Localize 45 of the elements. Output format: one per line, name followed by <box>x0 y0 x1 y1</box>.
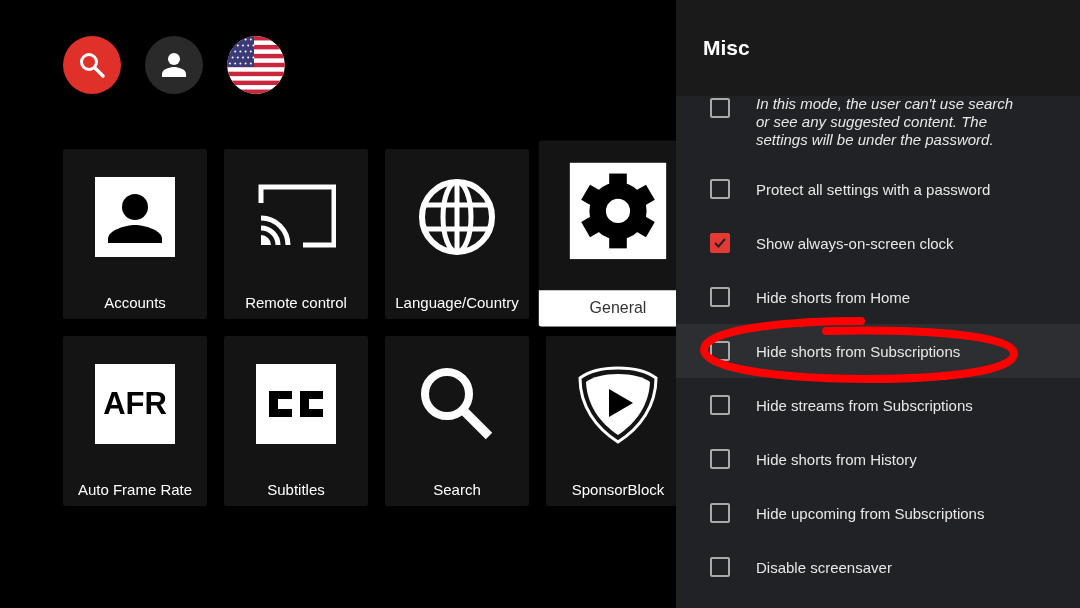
checkbox[interactable] <box>710 233 730 253</box>
person-icon <box>95 177 175 257</box>
checkmark-icon <box>713 236 727 250</box>
setting-row[interactable]: Hide upcoming from Subscriptions <box>676 486 1080 540</box>
settings-tile[interactable]: General <box>538 140 676 327</box>
checkbox[interactable] <box>710 179 730 199</box>
setting-row[interactable]: Hide shorts from Home <box>676 270 1080 324</box>
setting-row[interactable]: Hide shorts from History <box>676 432 1080 486</box>
setting-row[interactable]: In this mode, the user can't use search or see any suggested content. The settings will be under the password. <box>676 96 1080 162</box>
search-button[interactable] <box>63 36 121 94</box>
settings-tile[interactable]: SponsorBlock <box>546 336 676 506</box>
setting-row[interactable]: Protect all settings with a password <box>676 162 1080 216</box>
frame-rate-icon: AFR <box>95 364 175 444</box>
checkbox[interactable] <box>710 503 730 523</box>
settings-tile[interactable]: Accounts <box>63 149 207 319</box>
checkbox[interactable] <box>710 287 730 307</box>
shield-play-icon <box>578 364 658 444</box>
person-icon <box>160 51 188 79</box>
setting-label: Disable screensaver <box>756 558 892 576</box>
setting-label: Show always-on-screen clock <box>756 234 954 252</box>
checkbox[interactable] <box>710 395 730 415</box>
setting-label: Hide shorts from History <box>756 450 917 468</box>
setting-label: Protect all settings with a password <box>756 180 991 198</box>
globe-icon <box>417 177 497 257</box>
setting-row[interactable]: Disable screensaver <box>676 540 1080 594</box>
closed-captions-icon <box>256 364 336 444</box>
settings-tile[interactable]: Language/Country <box>385 149 529 319</box>
checkbox[interactable] <box>710 341 730 361</box>
settings-tile[interactable]: Subtitles <box>224 336 368 506</box>
setting-row[interactable]: Hide streams from Subscriptions <box>676 378 1080 432</box>
setting-label: Hide upcoming from Subscriptions <box>756 504 985 522</box>
setting-label: Hide streams from Subscriptions <box>756 396 973 414</box>
checkbox[interactable] <box>710 557 730 577</box>
search-icon <box>78 51 106 79</box>
settings-tile[interactable]: Search <box>385 336 529 506</box>
setting-label: Hide shorts from Home <box>756 288 911 306</box>
setting-label: Hide shorts from Subscriptions <box>756 342 961 360</box>
description-text: In this mode, the user can't use search or see any suggested content. The settings will be under the password. <box>756 95 1015 149</box>
checkbox[interactable] <box>710 98 730 118</box>
gear-icon <box>569 162 667 260</box>
settings-tile[interactable]: Remote control <box>224 149 368 319</box>
setting-row[interactable]: Show always-on-screen clock <box>676 216 1080 270</box>
checkbox[interactable] <box>710 449 730 469</box>
panel-title: Misc <box>703 36 750 60</box>
settings-tile[interactable]: AFR Auto Frame Rate <box>63 336 207 506</box>
